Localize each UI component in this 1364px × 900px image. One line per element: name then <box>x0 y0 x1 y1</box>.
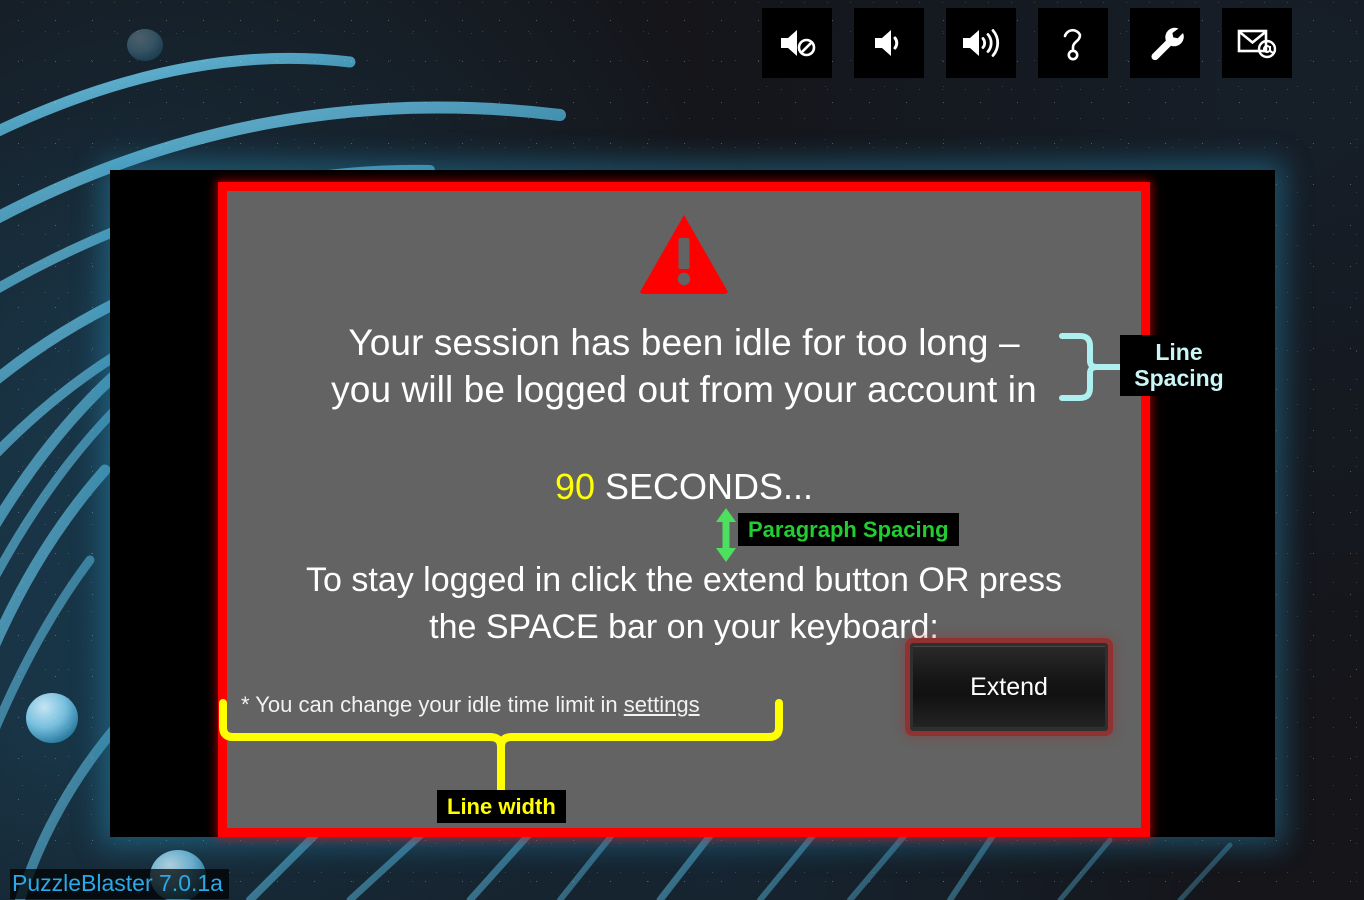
help-button[interactable] <box>1038 8 1108 78</box>
speaker-mute-icon <box>777 25 817 61</box>
session-timeout-dialog-panel: Your session has been idle for too long … <box>110 170 1275 837</box>
warning-icon-wrapper <box>227 213 1141 301</box>
idle-message: Your session has been idle for too long … <box>227 319 1141 413</box>
session-timeout-dialog: Your session has been idle for too long … <box>218 182 1150 837</box>
footnote-text: * You can change your idle time limit in <box>241 692 624 717</box>
settings-link[interactable]: settings <box>624 692 700 717</box>
countdown: 90 SECONDS... <box>227 467 1141 507</box>
instruction-line-1: To stay logged in click the extend butto… <box>306 561 1062 599</box>
idle-message-line-2: you will be logged out from your account… <box>331 369 1037 410</box>
wrench-icon <box>1145 23 1185 63</box>
volume-high-button[interactable] <box>946 8 1016 78</box>
countdown-unit: SECONDS... <box>605 466 814 507</box>
speaker-low-icon <box>869 25 909 61</box>
question-mark-icon <box>1056 23 1090 63</box>
instruction-text: To stay logged in click the extend butto… <box>227 557 1141 651</box>
top-toolbar <box>762 8 1292 78</box>
contact-button[interactable] <box>1222 8 1292 78</box>
idle-message-line-1: Your session has been idle for too long … <box>348 322 1020 363</box>
paragraph-spacing-annotation-label: Paragraph Spacing <box>738 513 959 547</box>
countdown-value: 90 <box>554 466 595 507</box>
speaker-high-icon <box>960 25 1002 61</box>
envelope-at-icon <box>1236 26 1278 60</box>
settings-button[interactable] <box>1130 8 1200 78</box>
footnote: * You can change your idle time limit in… <box>241 692 700 718</box>
volume-low-button[interactable] <box>854 8 924 78</box>
app-version-label: PuzzleBlaster 7.0.1a <box>10 869 229 899</box>
extend-button[interactable]: Extend <box>910 643 1108 731</box>
line-width-annotation-label: Line width <box>437 790 566 824</box>
warning-triangle-icon <box>638 213 730 301</box>
line-spacing-annotation-label: Line Spacing <box>1120 335 1238 396</box>
mute-button[interactable] <box>762 8 832 78</box>
dialog-content: Your session has been idle for too long … <box>227 191 1141 828</box>
